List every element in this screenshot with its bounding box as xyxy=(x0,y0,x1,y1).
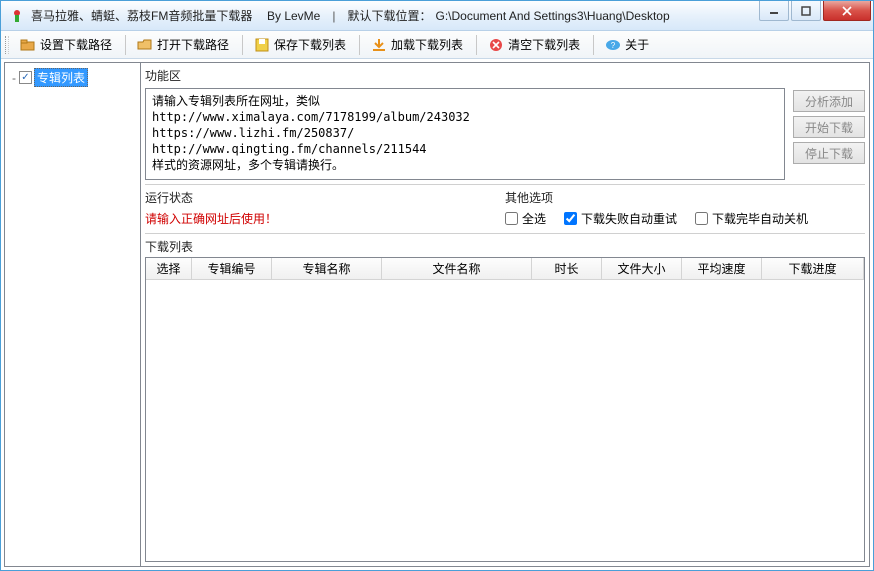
func-section-title: 功能区 xyxy=(145,65,865,86)
toolbar: 设置下载路径 打开下载路径 保存下载列表 加载下载列表 清空下载列表 ? 关于 xyxy=(1,31,873,59)
tree-checkbox[interactable] xyxy=(19,71,32,84)
default-path-label: 默认下载位置： xyxy=(347,7,431,24)
listview-header: 选择 专辑编号 专辑名称 文件名称 时长 文件大小 平均速度 下载进度 xyxy=(146,258,864,280)
sidebar-tree[interactable]: - 专辑列表 xyxy=(5,63,141,566)
col-progress[interactable]: 下载进度 xyxy=(762,258,864,279)
save-list-button[interactable]: 保存下载列表 xyxy=(247,33,353,56)
col-album-no[interactable]: 专辑编号 xyxy=(192,258,272,279)
func-row: 请输入专辑列表所在网址，类似 http://www.ximalaya.com/7… xyxy=(145,88,865,180)
app-title: 喜马拉雅、蜻蜓、荔枝FM音频批量下载器 xyxy=(31,7,252,24)
retry-input[interactable] xyxy=(564,212,577,225)
status-message: 请输入正确网址后使用！ xyxy=(145,208,505,229)
open-path-button[interactable]: 打开下载路径 xyxy=(130,33,236,56)
url-input[interactable]: 请输入专辑列表所在网址，类似 http://www.ximalaya.com/7… xyxy=(145,88,785,180)
titlebar-separator: | xyxy=(332,9,335,23)
tree-root-label[interactable]: 专辑列表 xyxy=(34,68,88,87)
listview-body[interactable] xyxy=(146,280,864,561)
options-title: 其他选项 xyxy=(505,187,865,208)
app-window: 喜马拉雅、蜻蜓、荔枝FM音频批量下载器 By LevMe | 默认下载位置： G… xyxy=(0,0,874,571)
status-block: 运行状态 请输入正确网址后使用！ xyxy=(145,187,505,229)
download-listview[interactable]: 选择 专辑编号 专辑名称 文件名称 时长 文件大小 平均速度 下载进度 xyxy=(145,257,865,562)
load-list-button[interactable]: 加载下载列表 xyxy=(364,33,470,56)
save-icon xyxy=(254,37,270,53)
folder-gear-icon xyxy=(20,37,36,53)
list-title: 下载列表 xyxy=(145,236,865,257)
toolbar-separator xyxy=(359,35,360,55)
toolbar-separator xyxy=(242,35,243,55)
col-album-name[interactable]: 专辑名称 xyxy=(272,258,382,279)
about-button[interactable]: ? 关于 xyxy=(598,33,656,56)
col-avg-speed[interactable]: 平均速度 xyxy=(682,258,762,279)
folder-open-icon xyxy=(137,37,153,53)
close-button[interactable] xyxy=(823,1,871,21)
titlebar-text: 喜马拉雅、蜻蜓、荔枝FM音频批量下载器 By LevMe | 默认下载位置： G… xyxy=(31,7,757,24)
default-path-value: G:\Document And Settings3\Huang\Desktop xyxy=(436,9,670,23)
start-download-button[interactable]: 开始下载 xyxy=(793,116,865,138)
shutdown-checkbox[interactable]: 下载完毕自动关机 xyxy=(695,210,808,227)
clear-list-button[interactable]: 清空下载列表 xyxy=(481,33,587,56)
app-icon xyxy=(9,8,25,24)
client-area: - 专辑列表 功能区 请输入专辑列表所在网址，类似 http://www.xim… xyxy=(4,62,870,567)
tree-toggle-icon[interactable]: - xyxy=(9,71,19,85)
about-icon: ? xyxy=(605,37,621,53)
list-area: 下载列表 选择 专辑编号 专辑名称 文件名称 时长 文件大小 平均速度 下载进度 xyxy=(145,233,865,562)
toolbar-grip xyxy=(5,36,9,54)
clear-icon xyxy=(488,37,504,53)
window-controls xyxy=(757,1,871,23)
tree-root-item[interactable]: - 专辑列表 xyxy=(7,67,138,88)
analyze-button[interactable]: 分析添加 xyxy=(793,90,865,112)
minimize-button[interactable] xyxy=(759,1,789,21)
options-block: 其他选项 全选 下载失败自动重试 下载完毕自动关机 xyxy=(505,187,865,229)
toolbar-separator xyxy=(125,35,126,55)
action-buttons: 分析添加 开始下载 停止下载 xyxy=(793,88,865,180)
retry-checkbox[interactable]: 下载失败自动重试 xyxy=(564,210,677,227)
col-duration[interactable]: 时长 xyxy=(532,258,602,279)
titlebar[interactable]: 喜马拉雅、蜻蜓、荔枝FM音频批量下载器 By LevMe | 默认下载位置： G… xyxy=(1,1,873,31)
maximize-button[interactable] xyxy=(791,1,821,21)
col-file-name[interactable]: 文件名称 xyxy=(382,258,532,279)
select-all-checkbox[interactable]: 全选 xyxy=(505,210,546,227)
select-all-input[interactable] xyxy=(505,212,518,225)
toolbar-separator xyxy=(476,35,477,55)
set-path-button[interactable]: 设置下载路径 xyxy=(13,33,119,56)
mid-row: 运行状态 请输入正确网址后使用！ 其他选项 全选 下载失败自动重试 xyxy=(145,184,865,229)
svg-text:?: ? xyxy=(611,41,616,50)
shutdown-input[interactable] xyxy=(695,212,708,225)
load-icon xyxy=(371,37,387,53)
toolbar-separator xyxy=(593,35,594,55)
app-author: By LevMe xyxy=(267,9,320,23)
col-file-size[interactable]: 文件大小 xyxy=(602,258,682,279)
stop-download-button[interactable]: 停止下载 xyxy=(793,142,865,164)
main-panel: 功能区 请输入专辑列表所在网址，类似 http://www.ximalaya.c… xyxy=(141,63,869,566)
options-row: 全选 下载失败自动重试 下载完毕自动关机 xyxy=(505,208,865,229)
col-select[interactable]: 选择 xyxy=(146,258,192,279)
status-title: 运行状态 xyxy=(145,187,505,208)
